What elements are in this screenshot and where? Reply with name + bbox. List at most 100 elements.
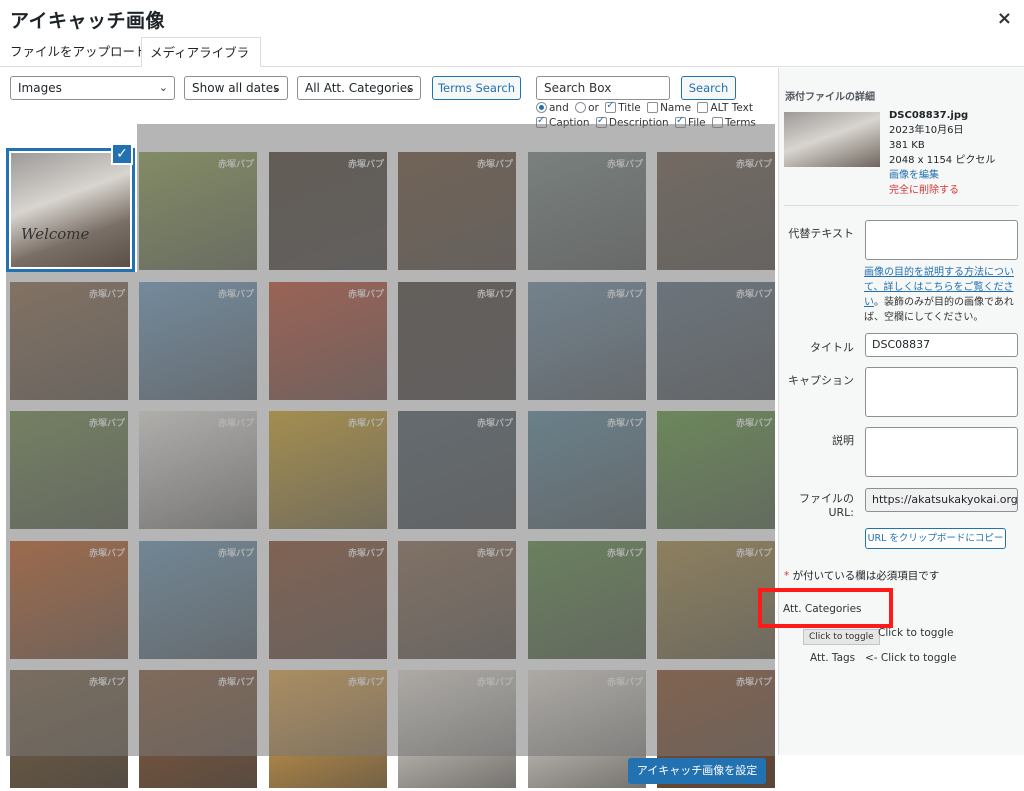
close-icon[interactable]: × <box>997 8 1012 29</box>
watermark-text: 赤塚バプ <box>606 549 643 559</box>
or-radio[interactable] <box>575 102 587 113</box>
modal-title: アイキャッチ画像 <box>10 10 166 32</box>
watermark-text: 赤塚バプ <box>217 419 254 429</box>
media-thumbnail[interactable]: 赤塚バプ <box>398 152 516 270</box>
media-thumbnail[interactable]: 赤塚バプ <box>10 541 128 659</box>
title-label: タイトル <box>810 341 854 354</box>
date-filter-value: Show all dates <box>192 81 280 95</box>
tab-upload[interactable]: ファイルをアップロード <box>2 37 156 67</box>
watermark-text: 赤塚バプ <box>88 678 125 688</box>
alt-checkbox[interactable] <box>697 102 709 113</box>
media-thumbnail[interactable]: 赤塚バプ <box>528 411 646 529</box>
media-thumbnail[interactable]: 赤塚バプ <box>398 282 516 400</box>
and-radio[interactable] <box>536 102 547 113</box>
description-field[interactable] <box>865 427 1018 477</box>
chevron-down-icon: ⌄ <box>271 81 281 94</box>
media-thumbnail[interactable]: 赤塚バプ <box>657 282 775 400</box>
watermark-text: 赤塚バプ <box>88 419 125 429</box>
required-note-text: が付いている欄は必須項目です <box>792 570 940 582</box>
media-thumbnail[interactable]: 赤塚バプ <box>269 670 387 788</box>
media-thumbnail[interactable]: 赤塚バプ <box>269 152 387 270</box>
toggle-tooltip: Click to toggle <box>803 629 880 645</box>
categories-toggle[interactable]: Click to toggle <box>878 627 953 639</box>
details-heading: 添付ファイルの詳細 <box>785 92 875 103</box>
terms-search-button[interactable]: Terms Search <box>432 76 521 100</box>
media-thumbnail[interactable]: 赤塚バプ <box>10 670 128 788</box>
media-thumbnail[interactable]: 赤塚バプ <box>657 411 775 529</box>
media-thumbnail[interactable]: 赤塚バプ <box>269 282 387 400</box>
alt-help-note: 。装飾のみが目的の画像であれば、空欄にしてください。 <box>864 297 1014 323</box>
watermark-text: 赤塚バプ <box>735 419 772 429</box>
watermark-text: 赤塚バプ <box>735 290 772 300</box>
watermark-text: 赤塚バプ <box>476 678 513 688</box>
category-filter-select[interactable]: All Att. Categories ⌄ <box>297 76 421 100</box>
media-thumbnail[interactable]: 赤塚バプ <box>528 152 646 270</box>
search-options-row-1: and or Title Name ALT Text <box>536 100 776 114</box>
copy-url-button[interactable]: URL をクリップボードにコピー <box>865 528 1006 549</box>
media-toolbar: Images ⌄ Show all dates ⌄ All Att. Categ… <box>0 68 778 129</box>
caption-label: キャプション <box>788 374 854 387</box>
chevron-down-icon: ⌄ <box>158 81 168 94</box>
caption-field[interactable] <box>865 367 1018 417</box>
type-filter-select[interactable]: Images ⌄ <box>10 76 175 100</box>
media-thumbnail[interactable]: 赤塚バプ <box>139 152 257 270</box>
watermark-text: 赤塚バプ <box>217 678 254 688</box>
media-thumbnail[interactable]: 赤塚バプ <box>139 541 257 659</box>
media-thumbnail[interactable]: 赤塚バプ <box>10 282 128 400</box>
alt-text-label: 代替テキスト <box>788 227 854 240</box>
att-categories-label[interactable]: Att. Categories <box>783 603 862 615</box>
media-thumbnail[interactable]: 赤塚バプ <box>269 541 387 659</box>
title-checkbox[interactable] <box>605 100 617 113</box>
watermark-text: 赤塚バプ <box>735 678 772 688</box>
watermark-text: 赤塚バプ <box>347 549 384 559</box>
tab-media-library[interactable]: メディアライブラリ <box>141 37 261 89</box>
upload-date: 2023年10月6日 <box>889 125 964 136</box>
tags-toggle[interactable]: <- Click to toggle <box>865 652 956 664</box>
search-button[interactable]: Search <box>681 76 736 100</box>
selected-attachment[interactable]: Welcome <box>6 148 135 272</box>
details-thumbnail <box>784 112 880 167</box>
title-field[interactable]: DSC08837 <box>865 333 1018 357</box>
media-thumbnail[interactable]: 赤塚バプ <box>139 411 257 529</box>
attachment-details-sidebar: 添付ファイルの詳細 DSC08837.jpg 2023年10月6日 381 KB… <box>758 68 1024 755</box>
watermark-text: 赤塚バプ <box>347 160 384 170</box>
file-meta: DSC08837.jpg 2023年10月6日 381 KB 2048 x 11… <box>889 108 995 198</box>
date-filter-select[interactable]: Show all dates ⌄ <box>184 76 288 100</box>
name-option-label: Name <box>660 102 692 114</box>
media-thumbnail[interactable]: 赤塚バプ <box>657 152 775 270</box>
watermark-text: 赤塚バプ <box>476 419 513 429</box>
alt-option-label: ALT Text <box>710 102 753 114</box>
watermark-text: 赤塚バプ <box>476 290 513 300</box>
search-input[interactable]: Search Box <box>536 76 670 100</box>
watermark-text: 赤塚バプ <box>476 160 513 170</box>
name-checkbox[interactable] <box>647 102 659 113</box>
media-thumbnail[interactable]: 赤塚バプ <box>528 541 646 659</box>
watermark-text: 赤塚バプ <box>735 160 772 170</box>
file-url-field[interactable]: https://akatsukakyokai.org/w <box>865 488 1018 512</box>
watermark-text: 赤塚バプ <box>217 160 254 170</box>
alt-help-text: 画像の目的を説明する方法について、詳しくはこちらをご覧ください。装飾のみが目的の… <box>864 265 1021 325</box>
image-dimensions: 2048 x 1154 ピクセル <box>889 155 996 166</box>
media-thumbnail[interactable]: 赤塚バプ <box>139 282 257 400</box>
required-star: * <box>784 570 790 582</box>
alt-text-field[interactable] <box>865 220 1018 260</box>
media-thumbnail[interactable]: 赤塚バプ <box>398 541 516 659</box>
media-thumbnail[interactable]: 赤塚バプ <box>398 411 516 529</box>
tab-bar: ファイルをアップロード メディアライブラリ <box>0 37 1024 89</box>
edit-image-link[interactable]: 画像を編集 <box>889 168 995 183</box>
delete-permanently-link[interactable]: 完全に削除する <box>889 183 995 198</box>
check-icon[interactable]: ✓ <box>111 143 133 165</box>
media-thumbnail[interactable]: 赤塚バプ <box>398 670 516 788</box>
media-thumbnail[interactable]: 赤塚バプ <box>139 670 257 788</box>
watermark-text: 赤塚バプ <box>476 549 513 559</box>
media-thumbnail[interactable]: 赤塚バプ <box>528 282 646 400</box>
watermark-text: 赤塚バプ <box>735 549 772 559</box>
title-option-label: Title <box>618 102 641 114</box>
media-thumbnail[interactable]: 赤塚バプ <box>10 411 128 529</box>
watermark-text: 赤塚バプ <box>606 678 643 688</box>
set-featured-image-button[interactable]: アイキャッチ画像を設定 <box>628 758 766 784</box>
media-thumbnail[interactable]: 赤塚バプ <box>269 411 387 529</box>
welcome-thumbnail: Welcome <box>11 153 130 267</box>
or-label: or <box>588 102 599 114</box>
file-url-label: ファイルの URL: <box>799 492 854 519</box>
